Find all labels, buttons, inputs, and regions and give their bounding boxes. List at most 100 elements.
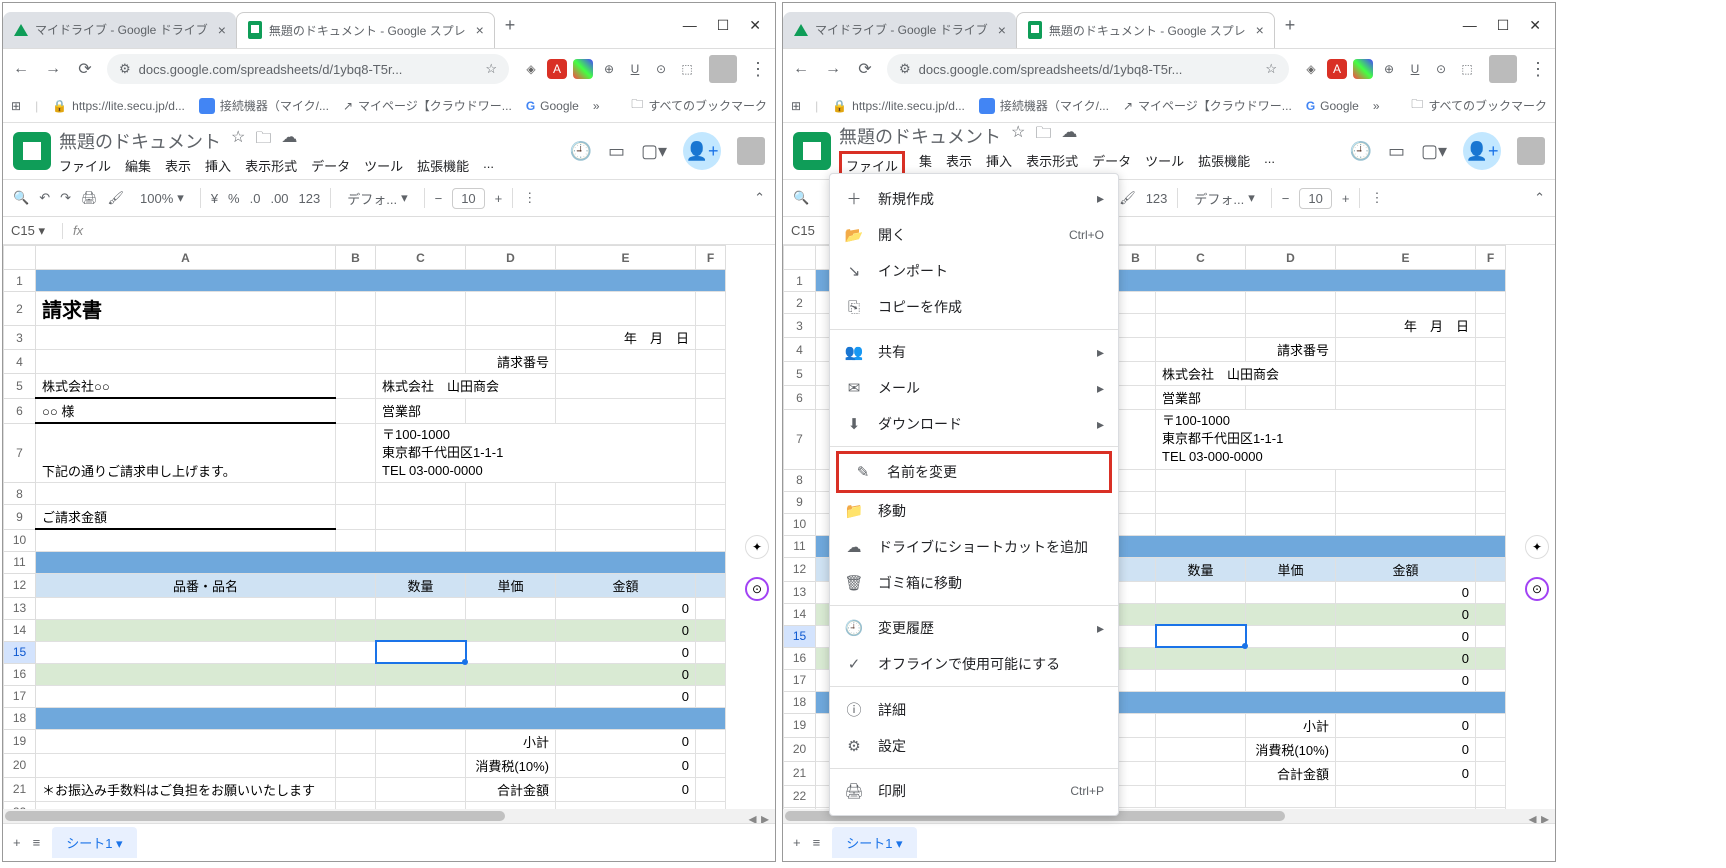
more-icon[interactable]: ⋮ [523, 190, 536, 206]
star-icon[interactable]: ☆ [1265, 61, 1277, 77]
ext-icon[interactable]: A [1327, 59, 1347, 79]
menu-edit[interactable]: 編集 [125, 156, 151, 175]
all-bookmarks-folder[interactable]: 🗀すべてのブックマーク [1411, 95, 1547, 116]
share-button[interactable]: 👤+ [683, 132, 721, 170]
site-info-icon[interactable]: ⚙ [119, 61, 131, 77]
dec-increase-icon[interactable]: .00 [270, 191, 288, 206]
back-icon[interactable]: ← [791, 60, 811, 78]
file-menu-item[interactable]: ✎名前を変更 [836, 451, 1112, 493]
menu-ext[interactable]: 拡張機能 [417, 156, 469, 175]
file-menu-item[interactable]: 🖨印刷Ctrl+P [830, 773, 1118, 809]
comment-icon[interactable]: ▭ [1388, 141, 1405, 162]
menu-more[interactable]: ... [1264, 151, 1275, 180]
numformat-icon[interactable]: 123 [299, 191, 321, 206]
star-icon[interactable]: ☆ [485, 61, 497, 77]
bookmarks-overflow[interactable]: » [1373, 99, 1380, 113]
reload-icon[interactable]: ⟳ [75, 59, 95, 79]
percent-icon[interactable]: % [228, 191, 240, 206]
zoom-select[interactable]: 100% ▾ [134, 188, 190, 208]
explore-icon[interactable]: ✦ [745, 535, 769, 559]
file-menu-item[interactable]: ↘インポート [830, 253, 1118, 289]
menu-file[interactable]: ファイル [59, 156, 111, 175]
undo-icon[interactable]: ↶ [39, 190, 50, 206]
ext-icon[interactable]: ◈ [521, 59, 541, 79]
browser-tab-drive[interactable]: マイドライブ - Google ドライブ × [3, 12, 236, 48]
document-title[interactable]: 無題のドキュメント [839, 123, 1001, 149]
all-bookmarks-folder[interactable]: 🗀すべてのブックマーク [631, 95, 767, 116]
paint-icon[interactable]: 🖌 [1119, 190, 1136, 206]
file-menu-item[interactable]: ✉メール▸ [830, 370, 1118, 406]
history-icon[interactable]: 🕘 [570, 141, 592, 162]
move-icon[interactable]: 🗀 [255, 127, 271, 154]
back-icon[interactable]: ← [11, 60, 31, 78]
ext-icon[interactable]: ⊙ [1431, 59, 1451, 79]
all-sheets-icon[interactable]: ≡ [813, 835, 821, 850]
site-info-icon[interactable]: ⚙ [899, 61, 911, 77]
bookmark-item[interactable]: GGoogle [1306, 99, 1359, 113]
bookmark-item[interactable]: 🔒https://lite.secu.jp/d... [832, 99, 965, 113]
file-menu-item[interactable]: 📂開くCtrl+O [830, 217, 1118, 253]
menu-tools[interactable]: ツール [1145, 151, 1184, 180]
file-menu-item[interactable]: 🕘変更履歴▸ [830, 610, 1118, 646]
maximize-icon[interactable]: ☐ [717, 17, 730, 34]
fontsize-dec[interactable]: − [435, 191, 443, 206]
bookmark-item[interactable]: GGoogle [526, 99, 579, 113]
fontsize-input[interactable]: 10 [452, 188, 484, 209]
minimize-icon[interactable]: — [683, 17, 697, 34]
meet-icon[interactable]: ▢▾ [1421, 141, 1447, 162]
font-select[interactable]: デフォ... ▾ [341, 187, 413, 210]
name-box[interactable]: C15 ▾ [3, 223, 63, 239]
print-icon[interactable]: 🖨 [81, 190, 98, 206]
dec-decrease-icon[interactable]: .0 [250, 191, 261, 206]
fontsize-inc[interactable]: + [1342, 191, 1350, 206]
ext-icon[interactable]: ⊕ [599, 59, 619, 79]
fontsize-inc[interactable]: + [495, 191, 503, 206]
ext-icon[interactable]: ⬚ [677, 59, 697, 79]
bookmark-item[interactable]: ↗マイページ【クラウドワー... [1123, 97, 1292, 114]
collapse-icon[interactable]: ⌃ [1534, 190, 1545, 206]
menu-ext[interactable]: 拡張機能 [1198, 151, 1250, 180]
browser-menu-icon[interactable]: ⋮ [749, 59, 767, 80]
invoice-title[interactable]: 請求書 [36, 292, 336, 326]
redo-icon[interactable]: ↷ [60, 190, 71, 206]
menu-view[interactable]: 表示 [165, 156, 191, 175]
account-avatar[interactable] [737, 137, 765, 165]
h-scrollbar[interactable]: ◂ ▸ [3, 809, 775, 823]
close-window-icon[interactable]: ✕ [749, 17, 761, 34]
close-icon[interactable]: × [998, 22, 1006, 38]
bookmark-item[interactable]: 接続機器（マイク/... [199, 97, 329, 114]
menu-insert[interactable]: 挿入 [205, 156, 231, 175]
document-title[interactable]: 無題のドキュメント [59, 128, 221, 154]
maximize-icon[interactable]: ☐ [1497, 17, 1510, 34]
meet-icon[interactable]: ▢▾ [641, 141, 667, 162]
close-icon[interactable]: × [218, 22, 226, 38]
menu-data[interactable]: データ [311, 156, 350, 175]
close-icon[interactable]: × [476, 22, 484, 38]
move-icon[interactable]: 🗀 [1035, 122, 1051, 149]
share-button[interactable]: 👤+ [1463, 132, 1501, 170]
ext-icon[interactable]: U [625, 59, 645, 79]
browser-menu-icon[interactable]: ⋮ [1529, 59, 1547, 80]
ext-icon[interactable] [1353, 59, 1373, 79]
apps-icon[interactable]: ⊞ [11, 99, 21, 113]
side-panel-icon[interactable]: ⊙ [745, 577, 769, 601]
menu-more[interactable]: ... [483, 156, 494, 175]
search-icon[interactable]: 🔍 [793, 190, 809, 206]
url-input[interactable]: ⚙ docs.google.com/spreadsheets/d/1ybq8-T… [887, 54, 1289, 84]
file-menu-item[interactable]: 👥共有▸ [830, 334, 1118, 370]
menu-format[interactable]: 表示形式 [245, 156, 297, 175]
ext-icon[interactable]: A [547, 59, 567, 79]
fontsize-dec[interactable]: − [1282, 191, 1290, 206]
file-menu-item[interactable]: ⚙設定 [830, 728, 1118, 764]
sheet-tab[interactable]: シート1 ▾ [52, 827, 136, 858]
file-menu-item[interactable]: ⬇ダウンロード▸ [830, 406, 1118, 442]
account-avatar[interactable] [1517, 137, 1545, 165]
ext-icon[interactable]: ⊙ [651, 59, 671, 79]
cloud-icon[interactable]: ☁ [1061, 122, 1077, 149]
selected-cell[interactable] [376, 641, 466, 663]
cloud-icon[interactable]: ☁ [281, 127, 297, 154]
collapse-icon[interactable]: ⌃ [754, 190, 765, 206]
bookmark-item[interactable]: ↗マイページ【クラウドワー... [343, 97, 512, 114]
add-sheet-icon[interactable]: + [793, 835, 801, 850]
sheets-logo-icon[interactable] [793, 132, 831, 170]
